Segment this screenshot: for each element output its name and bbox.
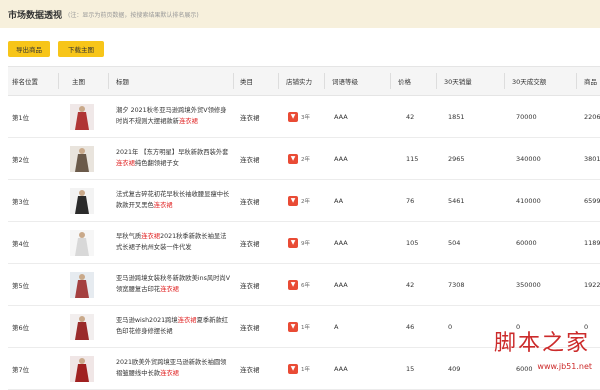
price-cell: 115: [406, 138, 418, 179]
category-cell: 连衣裙: [240, 96, 260, 137]
revenue-cell: 70000: [516, 96, 537, 137]
extra-cell: 1922: [584, 264, 600, 305]
category-cell: 连衣裙: [240, 306, 260, 347]
product-title[interactable]: 亚马逊跨境女装秋冬新款欧美ins风时尚V领宽腰复古印花连衣裙: [116, 273, 232, 295]
watermark-logo: 脚本之家: [494, 325, 590, 357]
grade-cell: AA: [334, 180, 343, 221]
product-title[interactable]: 2021欧美外贸跨境亚马逊新款长袖圆领褶皱腰线中长款连衣裙: [116, 357, 232, 379]
shop-strength-cell: ▼2年: [288, 180, 310, 221]
product-title[interactable]: 2021年 【东方明星】早秋新款西装外套连衣裙纯色翻领裙子女: [116, 147, 232, 169]
table-row[interactable]: 第3位 法式复古碎花初花早秋长袖收腰显瘦中长款款开叉黑色连衣裙连衣裙 ▼2年 AA 76…: [8, 180, 600, 222]
shop-badge-icon: ▼: [288, 364, 298, 374]
grade-cell: AAA: [334, 96, 348, 137]
shop-strength-cell: ▼2年: [288, 138, 310, 179]
sales-cell: 7308: [448, 264, 465, 305]
watermark-url: www.jb51.net: [537, 362, 592, 371]
page-title: 市场数据透视: [8, 8, 62, 21]
table-row[interactable]: 第1位 潮夕 2021秋冬亚马逊跨境外贸V领修身时尚不规则大摆裙款新连衣裙连衣裙 ▼…: [8, 96, 600, 138]
product-thumbnail[interactable]: [70, 314, 94, 340]
table-row[interactable]: 第2位 2021年 【东方明星】早秋新款西装外套连衣裙纯色翻领裙子女连衣裙 ▼2年 A…: [8, 138, 600, 180]
table-row[interactable]: 第5位 亚马逊跨境女装秋冬新款欧美ins风时尚V领宽腰复古印花连衣裙连衣裙 ▼6年 A…: [8, 264, 600, 306]
price-cell: 46: [406, 306, 414, 347]
revenue-cell: 350000: [516, 264, 541, 305]
shop-strength-cell: ▼9年: [288, 222, 310, 263]
shop-badge-icon: ▼: [288, 238, 298, 248]
rank-cell: 第4位: [12, 222, 29, 263]
rank-cell: 第6位: [12, 306, 29, 347]
extra-cell: 1189: [584, 222, 600, 263]
rank-cell: 第3位: [12, 180, 29, 221]
product-thumbnail[interactable]: [70, 188, 94, 214]
sales-cell: 2965: [448, 138, 465, 179]
product-title[interactable]: 法式复古碎花初花早秋长袖收腰显瘦中长款款开叉黑色连衣裙: [116, 189, 232, 211]
table-header: 排名位置 主图 标题 类目 店铺实力 词语等级 价格 30天销量 30天成交额 …: [8, 66, 600, 96]
sales-cell: 409: [448, 348, 460, 389]
column-header: 标题: [116, 67, 129, 95]
revenue-cell: 410000: [516, 180, 541, 221]
shop-strength-cell: ▼3年: [288, 96, 310, 137]
product-title[interactable]: 亚马逊wish2021跨境连衣裙夏季新款红色印花修身修摆长裙: [116, 315, 232, 337]
category-cell: 连衣裙: [240, 180, 260, 221]
price-cell: 42: [406, 96, 414, 137]
column-header[interactable]: 店铺实力: [286, 67, 312, 95]
grade-cell: A: [334, 306, 338, 347]
price-cell: 42: [406, 264, 414, 305]
column-header: 主图: [72, 67, 85, 95]
download-images-button[interactable]: 下载主图: [58, 41, 104, 57]
product-thumbnail[interactable]: [70, 104, 94, 130]
rank-cell: 第5位: [12, 264, 29, 305]
category-cell: 连衣裙: [240, 348, 260, 389]
shop-strength-cell: ▼6年: [288, 264, 310, 305]
price-cell: 105: [406, 222, 418, 263]
shop-badge-icon: ▼: [288, 112, 298, 122]
product-thumbnail[interactable]: [70, 272, 94, 298]
shop-strength-cell: ▼1年: [288, 348, 310, 389]
shop-strength-cell: ▼1年: [288, 306, 310, 347]
shop-badge-icon: ▼: [288, 196, 298, 206]
rank-cell: 第2位: [12, 138, 29, 179]
column-header[interactable]: 30天销量: [444, 67, 472, 95]
product-thumbnail[interactable]: [70, 146, 94, 172]
sales-cell: 0: [448, 306, 452, 347]
extra-cell: 2206: [584, 96, 600, 137]
product-title[interactable]: 潮夕 2021秋冬亚马逊跨境外贸V领修身时尚不规则大摆裙款新连衣裙: [116, 105, 232, 127]
extra-cell: 6599: [584, 180, 600, 221]
grade-cell: AAA: [334, 264, 348, 305]
revenue-cell: 60000: [516, 222, 537, 263]
category-cell: 连衣裙: [240, 264, 260, 305]
header-bar: 市场数据透视 (注：显示为前页数据，按搜索结果默认排名展示): [0, 0, 600, 28]
export-products-button[interactable]: 导出商品: [8, 41, 50, 57]
grade-cell: AAA: [334, 138, 348, 179]
product-title[interactable]: 早秋气质连衣裙2021秋季新款长袖显法式长裙子杭州女装一件代发: [116, 231, 232, 253]
page-hint: (注：显示为前页数据，按搜索结果默认排名展示): [68, 10, 199, 19]
column-header[interactable]: 商品: [584, 67, 597, 95]
column-header[interactable]: 类目: [240, 67, 253, 95]
sales-cell: 504: [448, 222, 460, 263]
rank-cell: 第7位: [12, 348, 29, 389]
product-thumbnail[interactable]: [70, 356, 94, 382]
shop-badge-icon: ▼: [288, 322, 298, 332]
table-row[interactable]: 第4位 早秋气质连衣裙2021秋季新款长袖显法式长裙子杭州女装一件代发连衣裙 ▼9年…: [8, 222, 600, 264]
price-cell: 76: [406, 180, 414, 221]
shop-badge-icon: ▼: [288, 154, 298, 164]
revenue-cell: 340000: [516, 138, 541, 179]
grade-cell: AAA: [334, 348, 348, 389]
extra-cell: 3801: [584, 138, 600, 179]
rank-cell: 第1位: [12, 96, 29, 137]
category-cell: 连衣裙: [240, 222, 260, 263]
sales-cell: 5461: [448, 180, 465, 221]
column-header[interactable]: 价格: [398, 67, 411, 95]
sales-cell: 1851: [448, 96, 465, 137]
column-header[interactable]: 排名位置: [12, 67, 38, 95]
price-cell: 15: [406, 348, 414, 389]
category-cell: 连衣裙: [240, 138, 260, 179]
column-header[interactable]: 30天成交额: [512, 67, 546, 95]
product-thumbnail[interactable]: [70, 230, 94, 256]
grade-cell: AAA: [334, 222, 348, 263]
shop-badge-icon: ▼: [288, 280, 298, 290]
column-header[interactable]: 词语等级: [332, 67, 358, 95]
